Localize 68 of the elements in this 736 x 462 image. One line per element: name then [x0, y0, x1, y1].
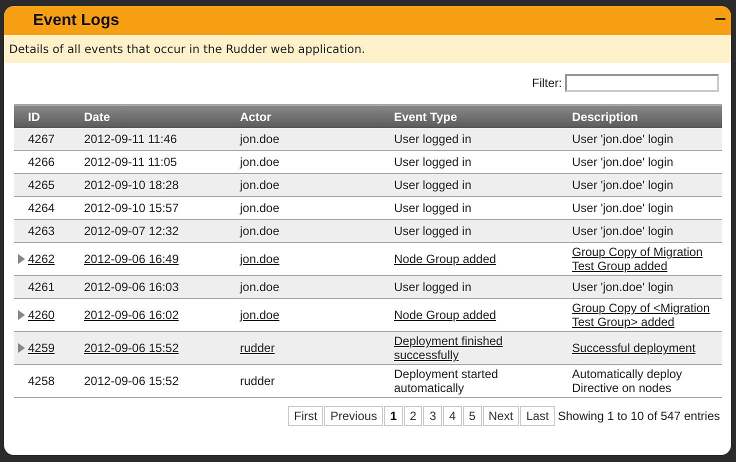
page-button[interactable]: 2	[404, 406, 422, 426]
event-description-link[interactable]: Group Copy of <Migration Test Group> added	[572, 301, 716, 329]
event-type: User logged in	[394, 280, 472, 294]
event-actor-link[interactable]: jon.doe	[240, 308, 280, 322]
event-id-link[interactable]: 4259	[28, 340, 55, 354]
event-type-link[interactable]: Node Group added	[394, 252, 496, 266]
event-date: 2012-09-10 18:28	[84, 178, 179, 192]
panel-description: Details of all events that occur in the Rudder web application.	[4, 35, 731, 63]
event-type: User logged in	[394, 178, 472, 192]
event-date: 2012-09-06 16:03	[84, 280, 179, 294]
event-type: User logged in	[394, 224, 472, 238]
event-type: User logged in	[394, 155, 472, 169]
event-date: 2012-09-11 11:05	[84, 155, 177, 169]
event-id: 4265	[28, 178, 55, 192]
page-button[interactable]: 4	[443, 406, 462, 426]
event-actor: jon.doe	[240, 132, 280, 146]
event-id: 4261	[28, 280, 55, 294]
event-id: 4267	[28, 132, 55, 146]
event-date-link[interactable]: 2012-09-06 15:52	[84, 341, 179, 355]
event-description: User 'jon.doe' login	[572, 280, 674, 294]
expand-triangle-icon[interactable]	[18, 254, 25, 264]
event-type: Deployment started automatically	[394, 367, 498, 395]
filter-label: Filter:	[532, 76, 562, 90]
event-actor-link[interactable]: jon.doe	[240, 252, 280, 266]
page-button[interactable]: Last	[520, 406, 555, 426]
event-date-link[interactable]: 2012-09-06 16:49	[84, 252, 179, 266]
event-type-link[interactable]: Node Group added	[394, 308, 496, 322]
event-actor: jon.doe	[240, 178, 280, 192]
event-description: User 'jon.doe' login	[572, 155, 674, 169]
event-type: User logged in	[394, 201, 472, 215]
event-actor: jon.doe	[240, 280, 280, 294]
collapse-button[interactable]: −	[714, 10, 731, 30]
event-type-link[interactable]: Deployment finished successfully	[394, 334, 566, 362]
event-id: 4264	[28, 201, 55, 215]
event-date: 2012-09-10 15:57	[84, 201, 179, 215]
event-description: Automatically deploy Directive on nodes	[572, 367, 682, 395]
page-button[interactable]: Next	[482, 406, 520, 426]
page-button[interactable]: 5	[462, 406, 482, 426]
event-actor: rudder	[240, 374, 275, 388]
event-description: User 'jon.doe' login	[572, 201, 674, 215]
event-date: 2012-09-06 15:52	[84, 374, 179, 388]
page-button[interactable]: 1	[384, 406, 403, 426]
filter-field[interactable]	[565, 74, 719, 92]
event-date: 2012-09-11 11:46	[84, 132, 177, 146]
event-actor: jon.doe	[240, 224, 280, 238]
event-type: User logged in	[394, 132, 472, 146]
event-description-link[interactable]: Group Copy of Migration Test Group added	[572, 245, 716, 273]
event-description: User 'jon.doe' login	[572, 132, 674, 146]
expand-triangle-icon[interactable]	[18, 310, 25, 320]
event-date-link[interactable]: 2012-09-06 16:02	[84, 308, 179, 322]
event-id-link[interactable]: 4260	[28, 308, 55, 322]
event-actor: jon.doe	[240, 155, 280, 169]
event-description: User 'jon.doe' login	[572, 178, 674, 192]
event-actor: jon.doe	[240, 201, 280, 215]
event-id: 4263	[28, 224, 55, 238]
event-date: 2012-09-07 12:32	[84, 224, 179, 238]
page-button[interactable]: 3	[423, 406, 442, 426]
panel-title: Event Logs	[33, 12, 120, 30]
page-button[interactable]: Previous	[324, 406, 384, 426]
event-actor-link[interactable]: rudder	[240, 341, 275, 355]
event-description-link[interactable]: Successful deployment	[572, 341, 696, 355]
event-description: User 'jon.doe' login	[572, 224, 674, 238]
expand-triangle-icon[interactable]	[18, 342, 25, 352]
event-id-link[interactable]: 4262	[28, 252, 55, 266]
event-id: 4266	[28, 155, 55, 169]
page-button[interactable]: First	[288, 406, 324, 426]
entries-info: Showing 1 to 10 of 547 entries	[558, 409, 720, 423]
event-id: 4258	[28, 374, 55, 388]
